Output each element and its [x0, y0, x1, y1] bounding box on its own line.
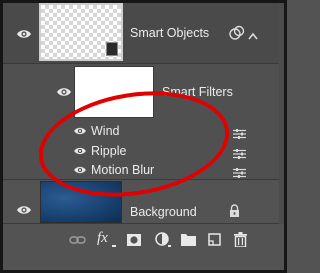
- visibility-eye-icon[interactable]: [16, 28, 32, 40]
- filter-item-wind[interactable]: Wind: [3, 121, 284, 141]
- collapse-chevron-up-icon[interactable]: [248, 27, 258, 45]
- layer-styles-fx-button[interactable]: fx: [97, 230, 119, 248]
- smart-filters-list: Wind Ripple Motion Blur: [3, 120, 284, 180]
- smart-object-badge-icon: [106, 42, 118, 56]
- link-layers-icon[interactable]: [69, 232, 86, 248]
- new-group-folder-icon[interactable]: [181, 232, 197, 248]
- filter-effects-icon: [229, 25, 245, 46]
- layer-name-smart-objects: Smart Objects: [130, 26, 210, 40]
- filter-visibility-eye-icon[interactable]: [73, 146, 89, 158]
- adjustment-layer-icon[interactable]: [155, 232, 171, 248]
- fx-label: fx: [97, 230, 108, 246]
- background-thumbnail[interactable]: [40, 181, 122, 223]
- layer-name-background: Background: [130, 205, 197, 219]
- smart-filter-mask-thumbnail[interactable]: [74, 66, 154, 118]
- fx-dropdown-indicator-icon: [112, 245, 116, 247]
- blending-options-icon[interactable]: [233, 126, 246, 139]
- panel-scrollbar[interactable]: [279, 3, 284, 224]
- filter-item-motion-blur[interactable]: Motion Blur: [3, 160, 284, 180]
- filter-name: Motion Blur: [91, 163, 155, 177]
- smart-object-thumbnail[interactable]: [39, 3, 123, 61]
- smart-filters-visibility-eye-icon[interactable]: [56, 86, 72, 98]
- filter-item-ripple[interactable]: Ripple: [3, 141, 284, 161]
- visibility-eye-icon[interactable]: [16, 204, 32, 216]
- new-layer-icon[interactable]: [208, 232, 224, 248]
- smart-filters-row[interactable]: Smart Filters: [3, 64, 284, 120]
- layer-row-background[interactable]: Background: [3, 180, 284, 224]
- filter-name: Ripple: [91, 144, 127, 158]
- layer-row-smart-objects[interactable]: Smart Objects: [3, 3, 284, 64]
- blending-options-icon[interactable]: [233, 146, 246, 159]
- filter-name: Wind: [91, 124, 120, 138]
- blending-options-icon[interactable]: [233, 165, 246, 178]
- filter-visibility-eye-icon[interactable]: [73, 165, 89, 177]
- smart-filters-label: Smart Filters: [162, 85, 233, 99]
- layers-panel: Smart Objects Smart Filters Wind Ripple …: [0, 0, 287, 273]
- layers-toolbar: fx: [3, 224, 284, 270]
- add-layer-mask-icon[interactable]: [127, 232, 143, 248]
- delete-layer-trash-icon[interactable]: [234, 232, 250, 248]
- filter-visibility-eye-icon[interactable]: [73, 126, 89, 138]
- lock-icon[interactable]: [229, 204, 240, 222]
